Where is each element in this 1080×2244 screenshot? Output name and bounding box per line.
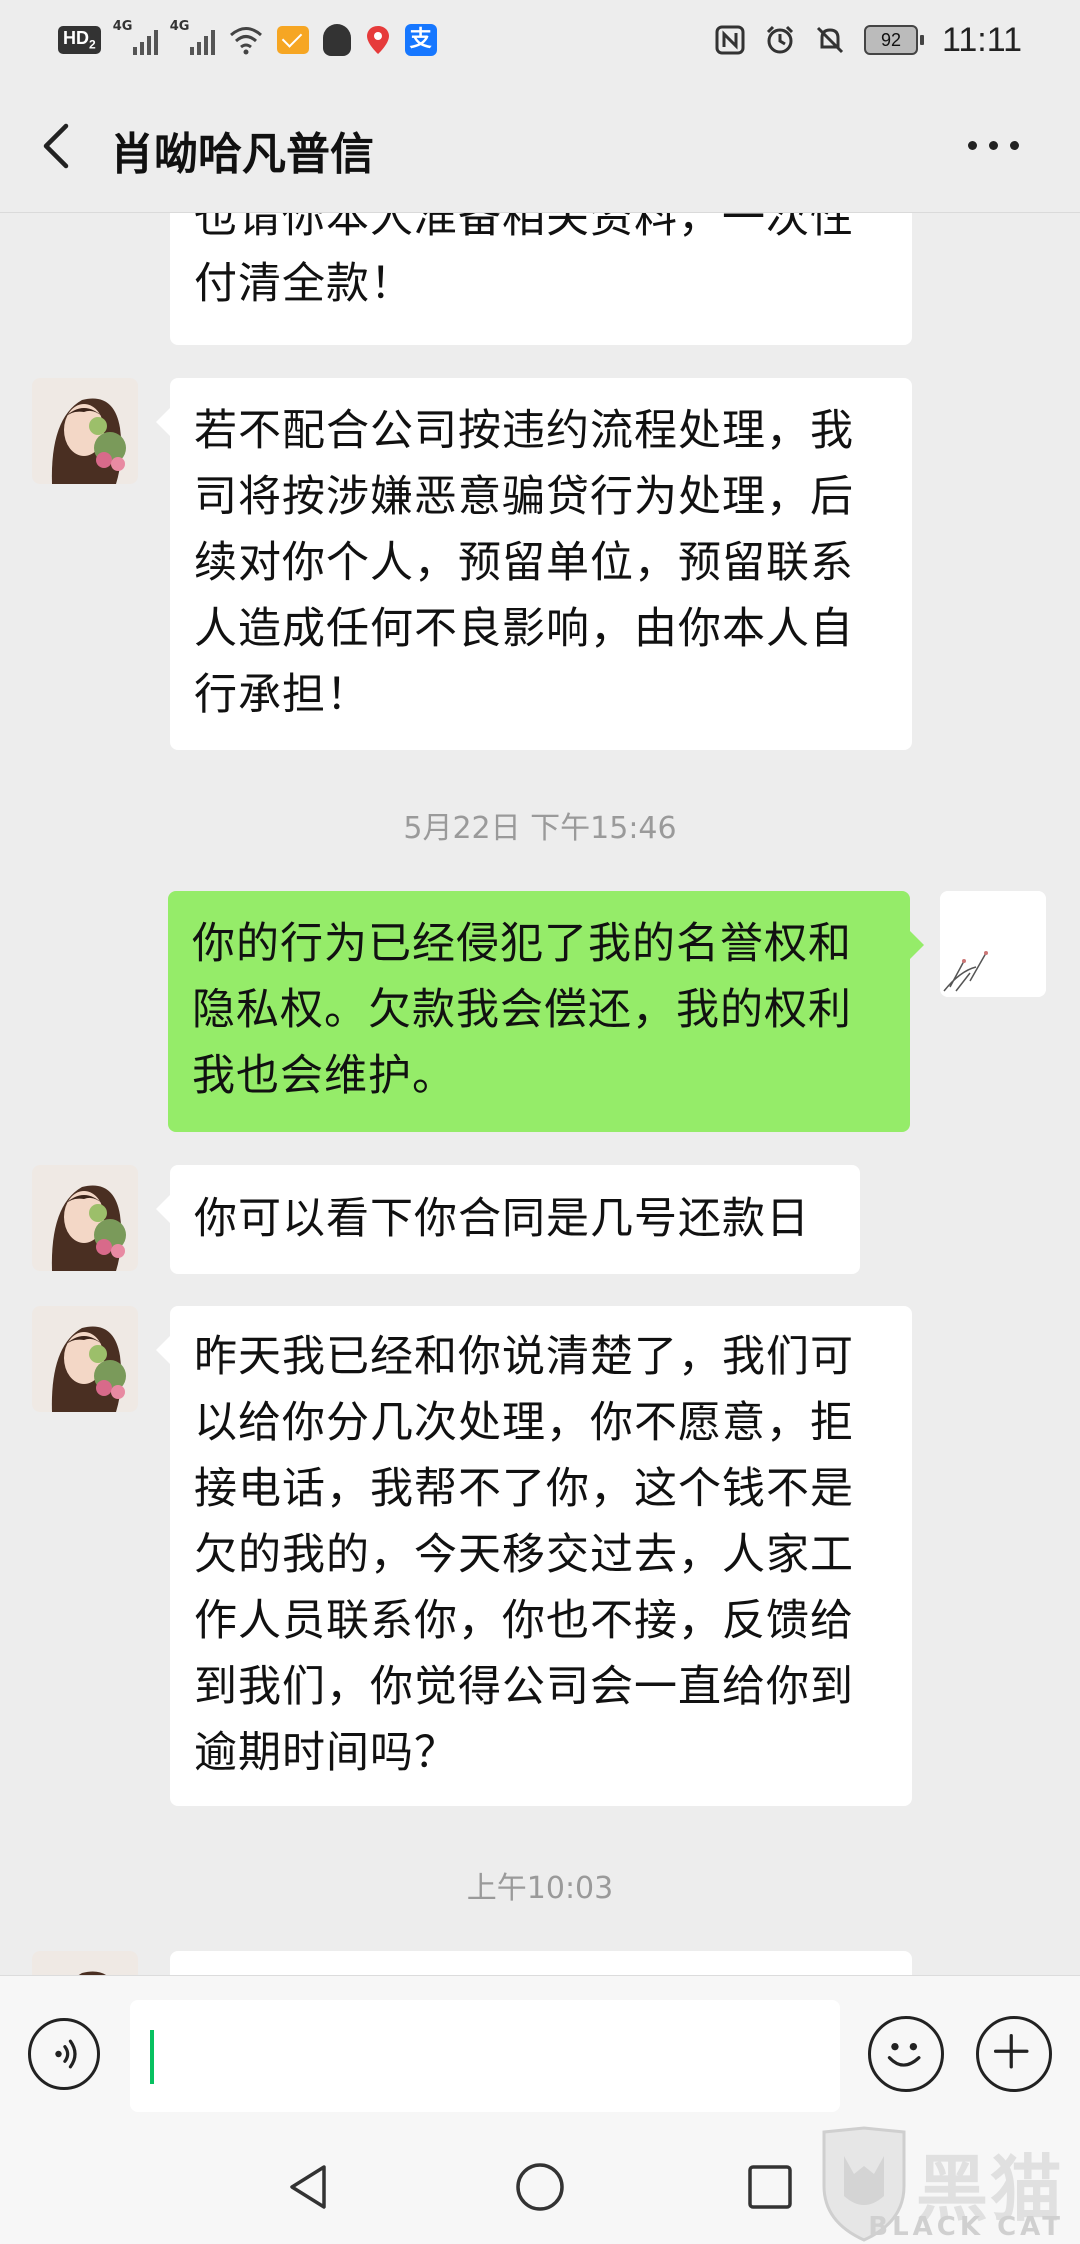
- message-line: 以给你分几次处理，你不愿意，拒: [194, 1398, 854, 1448]
- message-line: 接电话，我帮不了你，这个钱不是: [194, 1464, 854, 1514]
- signal-icon: 4G: [113, 19, 158, 55]
- message-line: 若不配合公司按违约流程处理，我: [194, 406, 854, 456]
- avatar-photo: [940, 891, 1046, 997]
- incoming-message-bubble[interactable]: [170, 1951, 912, 1975]
- chat-title: 肖呦哈凡普信: [110, 129, 374, 180]
- my-avatar[interactable]: [940, 891, 1046, 997]
- status-right-icons: 92 11:11: [714, 18, 1022, 62]
- chevron-left-icon[interactable]: [36, 120, 80, 172]
- outgoing-message-bubble[interactable]: 你的行为已经侵犯了我的名誉权和 隐私权。欠款我会偿还，我的权利 我也会维护。: [168, 891, 924, 1132]
- message-line: 也请你本人准备相关资料，一次性: [194, 213, 854, 243]
- incoming-message-bubble[interactable]: 你可以看下你合同是几号还款日: [156, 1165, 860, 1274]
- incoming-message-bubble[interactable]: 若不配合公司按违约流程处理，我 司将按涉嫌恶意骗贷行为处理，后 续对你个人，预留…: [156, 378, 912, 750]
- message-list[interactable]: 也请你本人准备相关资料，一次性 付清全款！ 若不配合公司按违约流程处理，我 司将…: [0, 213, 1080, 1975]
- message-line: 你的行为已经侵犯了我的名誉权和: [192, 919, 852, 969]
- message-line: 司将按涉嫌恶意骗贷行为处理，后: [194, 472, 854, 522]
- map-pin-icon: [366, 26, 389, 54]
- message-line: 昨天我已经和你说清楚了，我们可: [194, 1332, 854, 1382]
- avatar-photo: [32, 1165, 138, 1271]
- message-input-bar: [0, 1975, 1080, 2136]
- alipay-icon: 支: [404, 24, 437, 56]
- text-cursor: [150, 2030, 154, 2084]
- chat-timestamp: 上午10:03: [466, 1871, 614, 1906]
- message-line: 人造成任何不良影响，由你本人自: [194, 604, 854, 654]
- voice-input-icon[interactable]: [28, 2018, 100, 2090]
- avatar-photo: [32, 1306, 138, 1412]
- signal-icon-2: 4G: [170, 19, 215, 55]
- incoming-message-bubble[interactable]: 昨天我已经和你说清楚了，我们可 以给你分几次处理，你不愿意，拒 接电话，我帮不了…: [156, 1306, 912, 1806]
- message-line: 续对你个人，预留单位，预留联系: [194, 538, 854, 588]
- message-text-field[interactable]: [130, 2000, 840, 2112]
- wifi-icon: [229, 27, 262, 55]
- network-type-2: 4G: [169, 19, 190, 34]
- battery-level: 92: [880, 29, 901, 50]
- chat-header: 肖呦哈凡普信: [0, 80, 1080, 213]
- status-bar: HD2 4G 4G 支 92 11:11: [0, 0, 1080, 80]
- battery-icon: 92: [863, 25, 924, 55]
- message-line: 作人员联系你，你也不接，反馈给: [194, 1596, 854, 1646]
- message-line: 欠的我的，今天移交过去，人家工: [194, 1530, 854, 1580]
- avatar-photo: [32, 378, 138, 484]
- hd-icon: HD2: [58, 26, 101, 54]
- mail-notification-icon: [276, 26, 309, 54]
- square-recent-icon[interactable]: [738, 2155, 802, 2219]
- triangle-back-icon[interactable]: [278, 2155, 342, 2219]
- more-dots-icon[interactable]: [968, 130, 1028, 160]
- mute-bell-icon: [816, 26, 844, 54]
- status-time: 11:11: [941, 20, 1022, 59]
- contact-avatar[interactable]: [32, 378, 138, 484]
- status-left-icons: HD2 4G 4G 支: [58, 19, 437, 60]
- qq-penguin-icon: [322, 24, 351, 56]
- message-line: 付清全款！: [194, 259, 414, 309]
- message-line: 隐私权。欠款我会偿还，我的权利: [192, 985, 852, 1035]
- watermark-subtext: BLACK CAT: [868, 2212, 1064, 2242]
- alarm-icon: [766, 25, 794, 54]
- incoming-message-bubble[interactable]: 也请你本人准备相关资料，一次性 付清全款！: [170, 213, 912, 345]
- message-line: 逾期时间吗？: [194, 1728, 458, 1778]
- message-line: 到我们，你觉得公司会一直给你到: [194, 1662, 854, 1712]
- black-cat-watermark: 黑猫 BLACK CAT: [810, 2124, 1080, 2244]
- chat-timestamp: 5月22日 下午15:46: [403, 811, 677, 846]
- message-line: 行承担！: [194, 670, 370, 720]
- avatar-photo: [32, 1951, 138, 1975]
- nfc-icon: [715, 25, 745, 55]
- message-line: 我也会维护。: [192, 1051, 456, 1101]
- contact-avatar[interactable]: [32, 1951, 138, 1975]
- circle-home-icon[interactable]: [508, 2155, 572, 2219]
- contact-avatar[interactable]: [32, 1306, 138, 1412]
- hd-label: HD: [63, 28, 89, 49]
- hd-sub: 2: [89, 37, 96, 52]
- network-type-1: 4G: [112, 19, 133, 34]
- system-navigation-bar: 黑猫 BLACK CAT: [0, 2126, 1080, 2244]
- emoji-icon[interactable]: [868, 2016, 944, 2092]
- plus-icon[interactable]: [976, 2016, 1052, 2092]
- contact-avatar[interactable]: [32, 1165, 138, 1271]
- message-line: 你可以看下你合同是几号还款日: [194, 1194, 810, 1244]
